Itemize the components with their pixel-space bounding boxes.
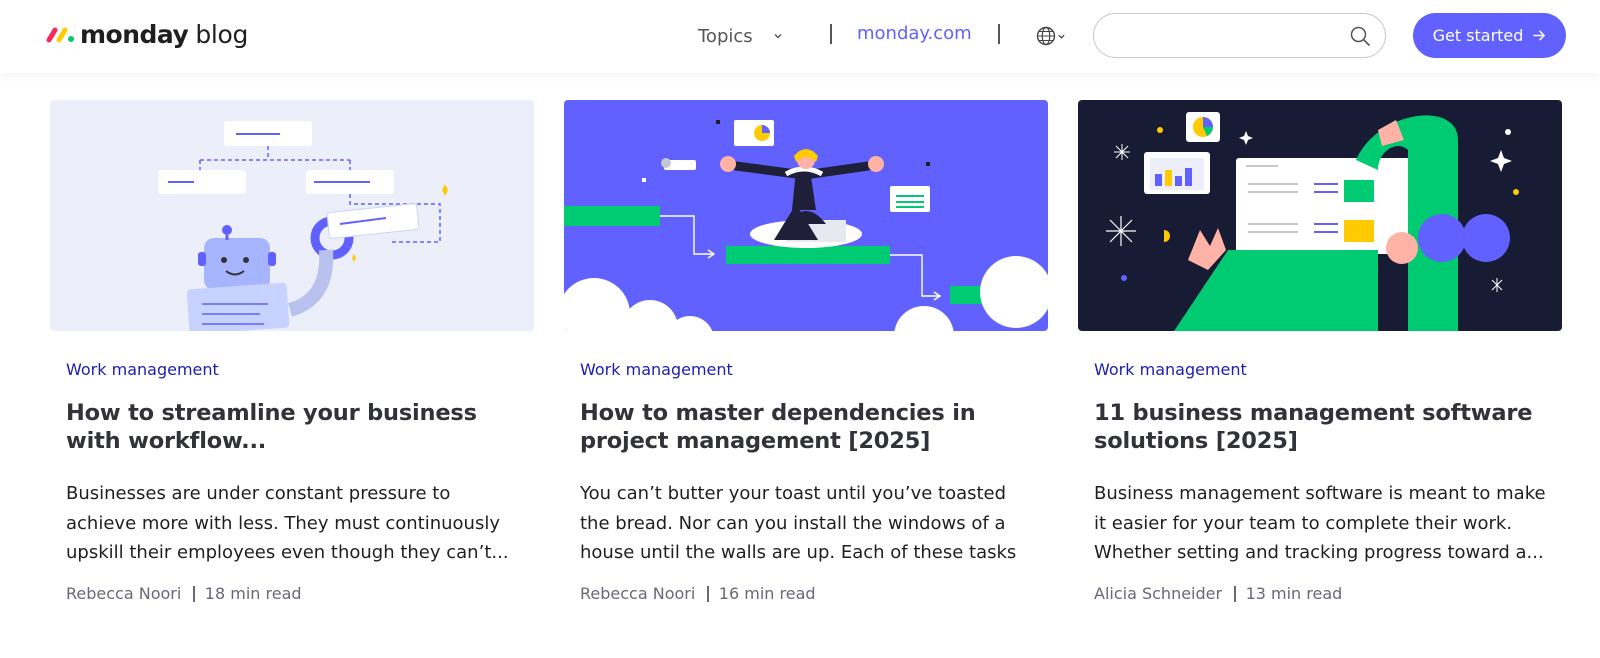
- logo-blog-label: blog: [195, 19, 249, 49]
- search-input[interactable]: [1112, 23, 1337, 48]
- meta-divider: [1234, 585, 1236, 602]
- read-time: 13 min read: [1245, 584, 1343, 603]
- language-selector[interactable]: [1035, 25, 1071, 47]
- card-body: Work management How to streamline your b…: [50, 359, 534, 603]
- read-time: 16 min read: [718, 584, 816, 603]
- post-author: Alicia Schneider: [1094, 584, 1223, 603]
- chevron-down-icon: [774, 34, 782, 39]
- chevron-down-icon: [1058, 34, 1065, 39]
- nav-divider: [998, 24, 1000, 44]
- workflow-robot-illustration: [50, 100, 534, 331]
- post-meta: Alicia Schneider 13 min read: [1094, 584, 1546, 603]
- blog-post-card[interactable]: Work management 11 business management s…: [1078, 100, 1562, 603]
- category-tag[interactable]: Work management: [580, 359, 1032, 381]
- monday-logo-icon: [46, 27, 74, 43]
- post-meta: Rebecca Noori 18 min read: [66, 584, 518, 603]
- globe-icon: [1036, 26, 1056, 46]
- post-author: Rebecca Noori: [580, 584, 696, 603]
- post-thumbnail[interactable]: [1078, 100, 1562, 331]
- post-author: Rebecca Noori: [66, 584, 182, 603]
- topics-label: Topics: [698, 25, 753, 47]
- post-excerpt: You can’t butter your toast until you’ve…: [580, 483, 1017, 563]
- category-tag[interactable]: Work management: [1094, 359, 1546, 381]
- category-tag[interactable]: Work management: [66, 359, 518, 381]
- post-title[interactable]: 11 business management software solution…: [1094, 399, 1546, 455]
- arrow-right-icon: [1533, 30, 1546, 41]
- monday-blog-logo[interactable]: monday blog: [46, 18, 248, 50]
- search-icon[interactable]: [1349, 25, 1371, 47]
- dashboard-hands-illustration: [1078, 100, 1562, 331]
- card-body: Work management How to master dependenci…: [564, 359, 1048, 603]
- get-started-button[interactable]: Get started: [1413, 13, 1566, 58]
- post-excerpt: Business management software is meant to…: [1094, 483, 1546, 563]
- meta-divider: [707, 585, 709, 602]
- post-title[interactable]: How to master dependencies in project ma…: [580, 399, 1032, 455]
- site-header: monday blog Topics monday.com Get starte…: [0, 0, 1600, 73]
- blog-post-card[interactable]: Work management How to master dependenci…: [564, 100, 1048, 603]
- post-meta: Rebecca Noori 16 min read: [580, 584, 1032, 603]
- meditating-person-illustration: [564, 100, 1048, 331]
- read-time: 18 min read: [204, 584, 302, 603]
- card-body: Work management 11 business management s…: [1078, 359, 1562, 603]
- post-excerpt: Businesses are under constant pressure t…: [66, 483, 509, 563]
- blog-post-card[interactable]: Work management How to streamline your b…: [50, 100, 534, 603]
- meta-divider: [193, 585, 195, 602]
- post-thumbnail[interactable]: [50, 100, 534, 331]
- logo-wordmark: monday: [80, 19, 189, 49]
- get-started-label: Get started: [1432, 26, 1524, 45]
- post-thumbnail[interactable]: [564, 100, 1048, 331]
- search-box: [1093, 13, 1386, 58]
- monday-com-link[interactable]: monday.com: [857, 23, 972, 44]
- nav-divider: [830, 24, 832, 44]
- post-title[interactable]: How to streamline your business with wor…: [66, 399, 518, 455]
- topics-dropdown[interactable]: Topics: [698, 24, 783, 48]
